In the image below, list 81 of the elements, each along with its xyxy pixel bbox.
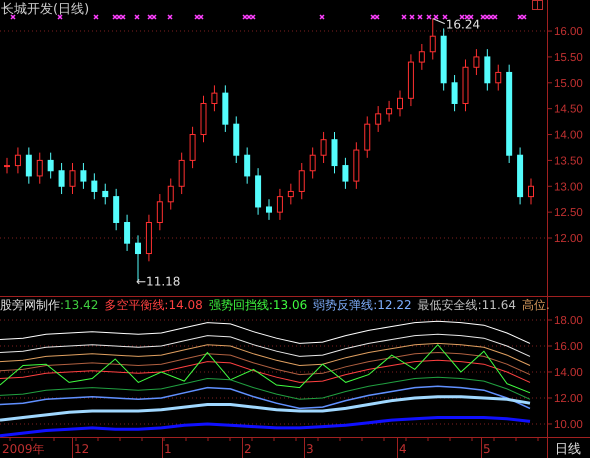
candlestick: [58, 162, 65, 195]
candlestick: [452, 74, 458, 112]
axis-label: 13.00: [554, 181, 583, 194]
candlestick: [517, 146, 524, 205]
candlestick: [266, 198, 272, 220]
leader-line: [432, 18, 446, 24]
chart-title: 长城开发(日线): [1, 1, 90, 18]
axis-label: 3: [306, 442, 314, 456]
candlestick: [298, 162, 305, 200]
candlestick: [408, 54, 414, 107]
candlestick: [386, 100, 392, 122]
candlestick: [113, 188, 120, 231]
candlestick: [156, 194, 163, 231]
candlestick: [36, 152, 43, 184]
axis-label: 15.00: [554, 78, 583, 90]
candlestick: [222, 84, 228, 132]
candlestick: [190, 126, 196, 169]
axis-label: 13.50: [554, 155, 583, 168]
candlestick: [14, 146, 21, 174]
legend-item: 强势回挡线:13.06: [208, 298, 308, 313]
axis-label: 14.50: [554, 104, 583, 116]
axis-label: 10.00: [554, 418, 583, 431]
axis-label: 14.00: [554, 366, 583, 379]
candlestick: [473, 48, 480, 76]
axis-label: 1: [164, 442, 172, 456]
candlestick: [320, 131, 327, 164]
candlestick: [102, 183, 108, 205]
candlestick: [70, 162, 76, 195]
axis-label: 12.50: [554, 207, 583, 220]
window-icon[interactable]: [532, 0, 543, 10]
legend-item: :13.42: [60, 298, 98, 313]
candlestick: [4, 157, 10, 174]
legend-item: 多空平衡线:14.08: [104, 298, 203, 313]
candlestick: [200, 95, 206, 143]
candlestick: [26, 146, 32, 184]
axis-label: 5: [483, 442, 491, 456]
candlestick: [528, 178, 534, 205]
candlestick: [364, 116, 370, 158]
candlestick: [397, 90, 403, 117]
axis-label: 16.00: [554, 26, 583, 38]
candlestick: [91, 172, 98, 200]
axis-label: 14.00: [554, 130, 583, 142]
candlestick: [124, 214, 130, 252]
legend-item: 弱势反弹线:12.22: [313, 298, 412, 313]
period-label: 日线: [555, 442, 581, 457]
high-price-label: 16.24: [446, 18, 480, 32]
candlestick: [48, 152, 54, 179]
candlestick: [233, 116, 240, 164]
candlestick: [288, 183, 294, 205]
candlestick: [146, 214, 152, 262]
candlestick: [342, 157, 348, 190]
legend-item: 最低安全线:11.64: [418, 298, 516, 313]
candlestick: [353, 142, 360, 190]
candlestick: [430, 18, 436, 60]
axis-label: 12.00: [554, 392, 583, 405]
candlestick: [168, 178, 174, 210]
candlestick: [244, 146, 250, 184]
axis-label: 16.00: [554, 341, 583, 353]
indicator-name: 股旁网制作: [0, 298, 60, 313]
axis-label: 18.00: [554, 315, 583, 327]
candlestick: [418, 43, 425, 70]
candlestick: [332, 131, 338, 174]
candlestick: [375, 106, 382, 132]
candlestick: [310, 146, 316, 179]
candlestick: [495, 64, 502, 92]
candlestick: [276, 188, 283, 220]
candlestick: [80, 162, 86, 190]
axis-label: 4: [399, 442, 407, 456]
axis-label: 2009年: [2, 442, 45, 456]
candlestick: [211, 84, 218, 112]
candlestick: [462, 59, 468, 112]
legend-item: 高位.: [522, 298, 550, 313]
candlestick: [178, 152, 185, 195]
axis-label: 12: [74, 442, 90, 456]
candlestick: [484, 48, 490, 92]
candlestick: [255, 168, 262, 216]
axis-label: 2: [244, 442, 252, 456]
axis-label: 15.50: [554, 52, 583, 64]
candlestick: [440, 28, 447, 92]
axis-label: 12.00: [554, 233, 583, 246]
low-price-label: ←11.18: [136, 274, 180, 288]
